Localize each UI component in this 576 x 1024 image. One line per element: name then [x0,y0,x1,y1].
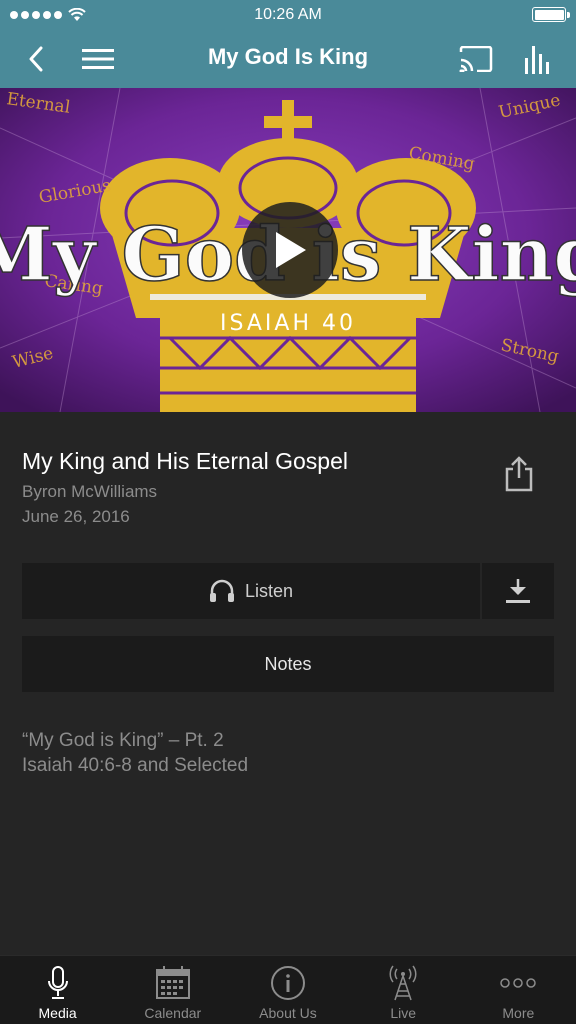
share-icon [505,456,533,492]
notes-button[interactable]: Notes [22,636,554,692]
tab-calendar[interactable]: Calendar [115,956,230,1024]
sermon-artwork[interactable]: Eternal Unique Glorious Coming Caring Wi… [0,88,576,412]
info-icon [270,966,305,1000]
broadcast-tower-icon [389,965,417,1001]
cell-signal-icon [10,11,62,19]
audio-levels-button[interactable] [518,40,558,78]
art-subtitle: ISAIAH 40 [220,311,356,336]
wifi-icon [68,8,86,21]
battery-icon [532,7,570,22]
listen-label: Listen [244,580,294,601]
speaker-name: Byron McWilliams [22,482,158,501]
listen-button[interactable]: Listen [22,563,480,619]
listen-row: Listen [22,563,554,619]
more-dots-icon [500,978,537,988]
tab-bar: Media Calendar About Us Live More [0,955,576,1024]
tab-label: About Us [259,1005,317,1021]
media-title: My King and His Eternal Gospel [22,448,348,474]
play-icon [276,232,306,268]
tab-label: More [502,1005,535,1021]
navigation-bar: My God Is King [0,30,576,88]
play-button[interactable] [242,202,338,298]
tab-media[interactable]: Media [0,956,115,1024]
share-button[interactable] [500,454,538,494]
cast-icon [459,46,493,72]
status-time: 10:26 AM [254,6,322,23]
description-line-1: “My God is King” – Pt. 2 [22,730,224,751]
download-icon [506,579,530,603]
microphone-icon [47,966,68,999]
media-description: “My God is King” – Pt. 2 Isaiah 40:6-8 a… [22,728,248,778]
signal-indicator [10,8,86,22]
tab-more[interactable]: More [461,956,576,1024]
status-bar: 10:26 AM [0,0,576,30]
cast-button[interactable] [456,40,496,78]
equalizer-icon [525,46,549,74]
tab-live[interactable]: Live [346,956,461,1024]
calendar-icon [155,966,190,999]
tab-label: Media [38,1005,77,1021]
download-button[interactable] [482,563,554,619]
description-line-2: Isaiah 40:6-8 and Selected [22,755,249,776]
media-details: My King and His Eternal Gospel Byron McW… [0,412,576,955]
tab-about-us[interactable]: About Us [230,956,345,1024]
tab-label: Live [390,1005,416,1021]
tab-label: Calendar [144,1005,202,1021]
headphones-icon [209,579,234,602]
media-date: June 26, 2016 [22,507,130,526]
